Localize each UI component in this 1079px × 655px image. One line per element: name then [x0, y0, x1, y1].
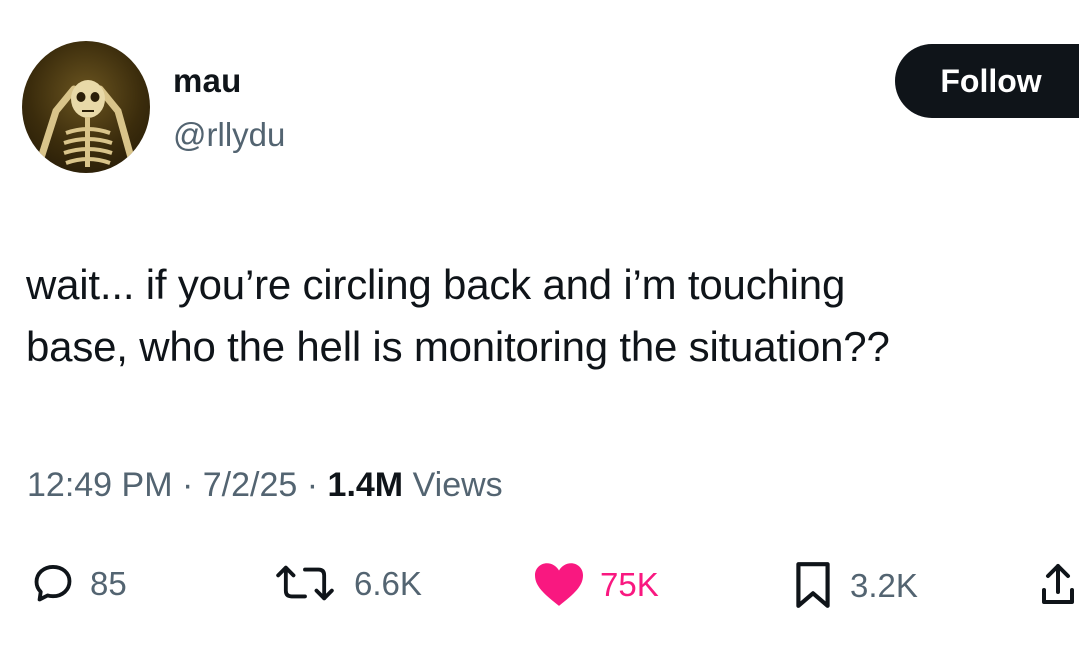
reply-count: 85: [90, 564, 127, 602]
tweet-text: wait... if you’re circling back and i’m …: [26, 254, 1066, 378]
bookmark-count: 3.2K: [850, 566, 918, 604]
bookmark-icon: [790, 560, 836, 610]
follow-button[interactable]: Follow: [895, 44, 1079, 118]
repost-button[interactable]: 6.6K: [270, 560, 422, 606]
bookmark-button[interactable]: 3.2K: [790, 560, 918, 610]
skeleton-avatar-image: [36, 80, 136, 167]
user-handle[interactable]: @rllydu: [173, 118, 285, 151]
heart-icon: [532, 560, 586, 608]
tweet-text-line: wait... if you’re circling back and i’m …: [26, 261, 846, 308]
share-icon: [1037, 560, 1079, 608]
tweet-date[interactable]: 7/2/25: [203, 466, 298, 504]
display-name[interactable]: mau: [173, 64, 241, 97]
tweet-text-line: base, who the hell is monitoring the sit…: [26, 323, 890, 370]
reply-icon: [30, 560, 76, 606]
avatar[interactable]: [22, 41, 150, 173]
repost-count: 6.6K: [354, 564, 422, 602]
like-count: 75K: [600, 565, 659, 603]
tweet-meta: 12:49 PM · 7/2/25 · 1.4M Views: [27, 468, 503, 502]
repost-icon: [270, 560, 340, 606]
views-count[interactable]: 1.4M: [328, 466, 404, 504]
views-label: Views: [412, 466, 503, 504]
like-button[interactable]: 75K: [532, 560, 659, 608]
tweet-time[interactable]: 12:49 PM: [27, 466, 173, 504]
share-button[interactable]: [1037, 560, 1079, 608]
reply-button[interactable]: 85: [30, 560, 127, 606]
meta-separator: ·: [181, 466, 194, 504]
meta-separator: ·: [306, 466, 319, 504]
